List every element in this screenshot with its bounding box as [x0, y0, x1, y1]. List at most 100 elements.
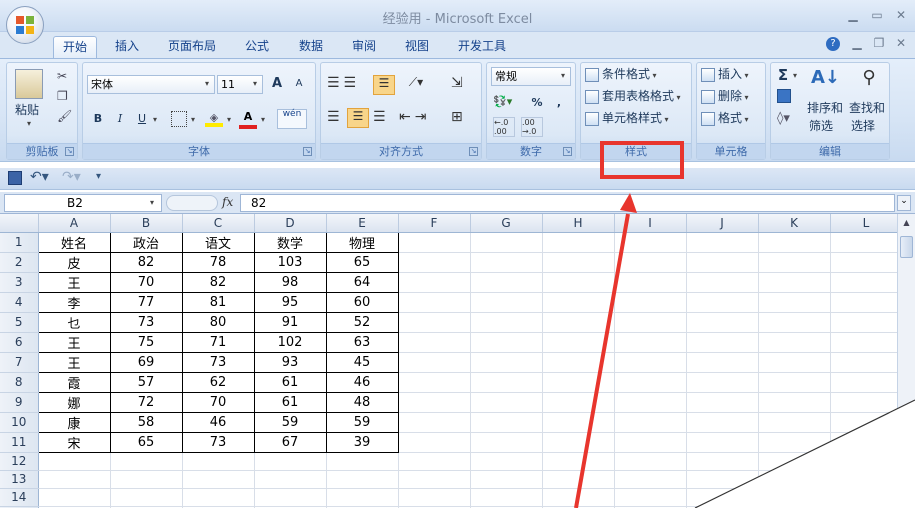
cell[interactable] — [758, 232, 831, 253]
cell[interactable]: 69 — [109, 351, 183, 373]
cell[interactable] — [398, 272, 471, 293]
cell[interactable]: 77 — [109, 291, 183, 313]
cell[interactable]: 73 — [181, 351, 255, 373]
cell[interactable]: 57 — [109, 371, 183, 393]
cell[interactable]: 59 — [253, 411, 327, 433]
undo-icon[interactable]: ↶▾ — [30, 169, 49, 185]
cell[interactable] — [398, 372, 471, 393]
increase-decimal-icon[interactable]: ←.0.00 — [493, 117, 515, 137]
cell[interactable]: 政治 — [109, 231, 183, 253]
row-header[interactable]: 4 — [0, 292, 39, 313]
cell[interactable] — [182, 488, 255, 507]
cell[interactable]: 73 — [109, 311, 183, 333]
font-size-dropdown-icon[interactable]: ▾ — [253, 79, 257, 88]
cell[interactable] — [326, 452, 399, 471]
cell[interactable]: 70 — [109, 271, 183, 293]
align-top-icons[interactable]: ☰☰ — [327, 75, 360, 91]
cell[interactable] — [398, 470, 471, 489]
wb-close-button[interactable]: ✕ — [890, 34, 912, 52]
office-button[interactable] — [6, 6, 44, 44]
tab-page-layout[interactable]: 页面布局 — [160, 36, 224, 58]
cell[interactable]: 60 — [325, 291, 399, 313]
cell[interactable]: 62 — [181, 371, 255, 393]
cell[interactable] — [614, 412, 687, 433]
cell[interactable] — [614, 452, 687, 471]
cell[interactable] — [470, 352, 543, 373]
align-center-icon[interactable]: ☰ — [347, 108, 369, 128]
row-header[interactable]: 7 — [0, 352, 39, 373]
cell[interactable] — [758, 272, 831, 293]
save-icon[interactable] — [8, 171, 22, 185]
tab-formulas[interactable]: 公式 — [237, 36, 277, 58]
cell[interactable]: 物理 — [325, 231, 399, 253]
cell[interactable] — [758, 332, 831, 353]
sort-filter-label[interactable]: 排序和 — [807, 99, 843, 117]
borders-icon[interactable] — [171, 111, 187, 127]
cell[interactable]: 王 — [37, 271, 111, 293]
cell[interactable] — [542, 488, 615, 507]
cut-icon[interactable]: ✂ — [57, 69, 67, 83]
cell[interactable]: 103 — [253, 251, 327, 273]
cell[interactable] — [254, 470, 327, 489]
help-icon[interactable]: ? — [826, 37, 840, 51]
row-header[interactable]: 11 — [0, 432, 39, 453]
delete-cells-button[interactable]: 删除 ▾ — [701, 87, 749, 107]
name-box-dropdown-icon[interactable]: ▾ — [150, 198, 154, 207]
alignment-launcher-icon[interactable]: ↘ — [469, 147, 478, 156]
cell[interactable] — [470, 372, 543, 393]
column-header[interactable]: A — [38, 214, 111, 233]
align-right-icon[interactable]: ☰ — [373, 109, 386, 125]
cell[interactable] — [830, 332, 903, 353]
cell[interactable] — [542, 352, 615, 373]
cell[interactable] — [398, 312, 471, 333]
cell[interactable]: 46 — [181, 411, 255, 433]
row-header[interactable]: 9 — [0, 392, 39, 413]
cell[interactable]: 65 — [109, 431, 183, 453]
cell[interactable]: 康 — [37, 411, 111, 433]
cell[interactable] — [542, 392, 615, 413]
cell[interactable]: 语文 — [181, 231, 255, 253]
cell[interactable] — [254, 488, 327, 507]
format-cells-button[interactable]: 格式 ▾ — [701, 109, 749, 129]
cell[interactable]: 75 — [109, 331, 183, 353]
column-header[interactable]: K — [758, 214, 831, 233]
cell[interactable]: 霞 — [37, 371, 111, 393]
paste-dropdown-icon[interactable]: ▾ — [27, 119, 31, 128]
cell[interactable] — [686, 312, 759, 333]
cell[interactable] — [470, 392, 543, 413]
cell[interactable] — [830, 272, 903, 293]
column-header[interactable]: J — [686, 214, 759, 233]
grow-font-button[interactable]: A — [267, 74, 287, 94]
cell[interactable]: 93 — [253, 351, 327, 373]
indent-icons[interactable]: ⇤⇥ — [399, 109, 430, 125]
cell[interactable]: 82 — [181, 271, 255, 293]
cell[interactable] — [614, 392, 687, 413]
cell[interactable]: 65 — [325, 251, 399, 273]
cell[interactable] — [830, 352, 903, 373]
cell[interactable] — [542, 412, 615, 433]
scroll-up-icon[interactable]: ▲ — [900, 218, 913, 231]
cell[interactable] — [398, 352, 471, 373]
format-painter-icon[interactable]: 🖌 — [57, 109, 72, 123]
cell[interactable]: 67 — [253, 431, 327, 453]
expand-formula-bar-icon[interactable]: ⌄ — [897, 195, 911, 211]
cell[interactable] — [110, 488, 183, 507]
cell[interactable]: 娜 — [37, 391, 111, 413]
cell[interactable] — [470, 232, 543, 253]
cell[interactable] — [758, 252, 831, 273]
tab-view[interactable]: 视图 — [397, 36, 437, 58]
cell[interactable] — [470, 272, 543, 293]
cell[interactable] — [614, 352, 687, 373]
row-header[interactable]: 10 — [0, 412, 39, 433]
comma-button[interactable]: , — [551, 93, 567, 113]
sort-filter-label-2[interactable]: 筛选 — [809, 117, 833, 135]
fill-color-dropdown-icon[interactable]: ▾ — [227, 115, 231, 124]
cell[interactable] — [542, 252, 615, 273]
column-header[interactable]: E — [326, 214, 399, 233]
row-header[interactable]: 3 — [0, 272, 39, 293]
cell[interactable] — [470, 432, 543, 453]
clipboard-launcher-icon[interactable]: ↘ — [65, 147, 74, 156]
fill-icon[interactable] — [777, 89, 791, 103]
column-header[interactable]: C — [182, 214, 255, 233]
cell[interactable] — [758, 352, 831, 373]
